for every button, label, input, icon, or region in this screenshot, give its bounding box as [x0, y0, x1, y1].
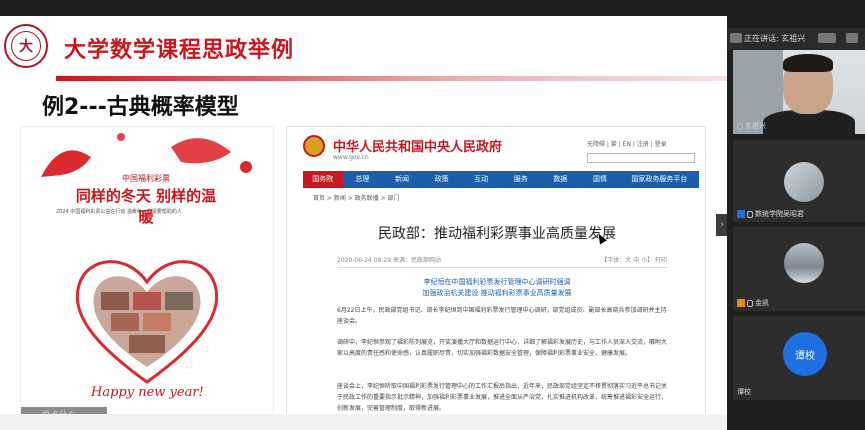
- site-nav-bar: 国务院 总理 新闻 政策 互动 服务 数据 国情 国家政务服务平台: [303, 171, 699, 188]
- participant-avatar: [784, 243, 824, 283]
- signal-icon: [818, 33, 836, 43]
- meeting-window: 大 大学数学课程思政举例 例2---古典概率模型 中国福利彩票 同样的冬天 别样…: [0, 0, 865, 430]
- article-title: 民政部：推动福利彩票事业高质量发展: [378, 226, 616, 242]
- site-url: www.gov.cn: [333, 154, 369, 161]
- poster-top-line: 中国福利彩票: [122, 174, 170, 183]
- article-tools: 【字体：大 中 小】 打印: [601, 257, 667, 264]
- lead-line: 李纪恒在中国福利彩票发行管理中心调研时强调: [423, 278, 571, 286]
- poster-new-year-text: Happy new year!: [91, 385, 204, 400]
- heart-photo-collage: [75, 260, 219, 384]
- participant-hair: [783, 54, 833, 72]
- national-emblem-icon: [303, 135, 325, 157]
- slide-bottom-bar: [0, 414, 727, 430]
- host-badge-icon: [737, 210, 745, 218]
- article-paragraph: 调研中，李纪恒参观了福彩陈列展览，开奖演播大厅和数据运行中心，详细了解福彩发展历…: [337, 339, 668, 357]
- cohost-badge-icon: [737, 299, 745, 307]
- nav-item: 服务: [513, 175, 528, 183]
- title-divider: [56, 76, 727, 81]
- speaking-indicator: 正在讲话: 玄祖兴: [744, 34, 806, 43]
- article-paragraph: 座谈会上，李纪恒听取中国福利彩票发行管理中心的工作汇报后指出，近年来，民政部党组…: [337, 383, 668, 412]
- mic-icon: [747, 210, 753, 218]
- site-name: 中华人民共和国中央人民政府: [333, 140, 503, 155]
- mic-icon: [747, 299, 753, 307]
- participant-tile[interactable]: 数统学院吴昭君: [733, 140, 865, 222]
- speaker-avatar-icon: [730, 33, 742, 43]
- nav-item: 国情: [592, 175, 607, 183]
- lead-line: 加强政治机关建设 推动福利彩票事业高质量发展: [422, 289, 572, 297]
- slide-subtitle: 例2---古典概率模型: [42, 95, 239, 120]
- participant-initials-avatar: 谭校: [783, 332, 827, 376]
- nav-item: 互动: [474, 175, 489, 183]
- gov-website-image: 中华人民共和国中央人民政府 www.gov.cn 无障碍 | 繁 | EN | …: [286, 126, 706, 430]
- participant-avatar: [784, 162, 824, 202]
- slide-title: 大学数学课程思政举例: [64, 38, 295, 63]
- participant-video-tile[interactable]: 玄祖兴: [733, 50, 865, 134]
- shared-slide: 大 大学数学课程思政举例 例2---古典概率模型 中国福利彩票 同样的冬天 别样…: [0, 16, 727, 430]
- mic-icon: [737, 122, 743, 130]
- site-search-box: [587, 153, 695, 163]
- article-date-source: 2020-06-24 08:29 来源：民政部网站: [337, 257, 441, 264]
- nav-item: 总理: [355, 175, 370, 183]
- article-lead: 李纪恒在中国福利彩票发行管理中心调研时强调 加强政治机关建设 推动福利彩票事业高…: [287, 277, 705, 299]
- nav-item: 国家政务服务平台: [631, 175, 688, 183]
- nav-item: 国务院: [303, 171, 343, 188]
- article-paragraph: 6月22日上午，民政部党组书记、部长李纪恒到中国福利彩票发行管理中心调研，部党组…: [337, 307, 667, 325]
- poster-headline: 同样的冬天 别样的温暖: [75, 187, 217, 226]
- participant-name: 数统学院吴昭君: [737, 209, 804, 219]
- university-logo: 大: [4, 24, 48, 68]
- nav-item: 政策: [434, 175, 449, 183]
- participant-tile[interactable]: 金凯: [733, 227, 865, 311]
- expand-icon[interactable]: [846, 33, 858, 43]
- nav-item: 数据: [553, 175, 568, 183]
- lottery-poster-image: 中国福利彩票 同样的冬天 别样的温暖 2024 中国福利彩票公益在行动 温暖每一…: [20, 126, 274, 424]
- nav-item: 新闻: [394, 175, 409, 183]
- poster-small-text: 2024 中国福利彩票公益在行动 温暖每一个需要帮助的人: [56, 209, 182, 215]
- participant-tile[interactable]: 谭校 谭校: [733, 316, 865, 400]
- participant-name: 谭校: [737, 388, 751, 396]
- participant-name: 金凯: [737, 298, 769, 308]
- participant-name: 玄祖兴: [737, 121, 766, 131]
- site-breadcrumb: 首页 > 新闻 > 政务联播 > 部门: [313, 195, 400, 202]
- article-meta: 2020-06-24 08:29 来源：民政部网站 【字体：大 中 小】 打印: [337, 255, 667, 268]
- site-tools: 无障碍 | 繁 | EN | 注册 | 登录: [587, 141, 667, 148]
